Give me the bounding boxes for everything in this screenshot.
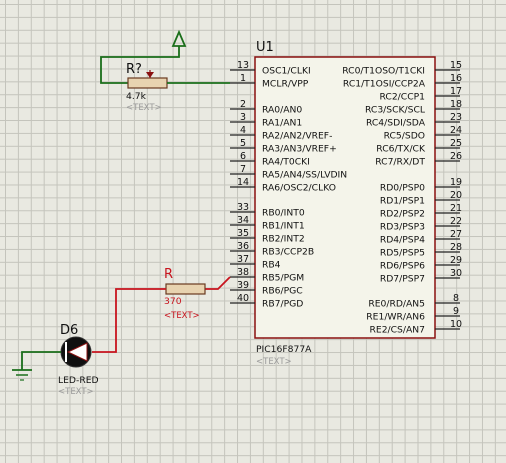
pin-name: RE2/CS/AN7 [370,325,426,336]
pin-name: RD1/PSP1 [380,196,425,207]
pin-number: 29 [450,255,462,266]
pin-name: RC7/RX/DT [375,157,425,168]
led-ref: D6 [60,323,78,338]
pin-number: 37 [237,254,249,265]
potentiometer[interactable] [127,70,230,89]
pin-name: RA4/T0CKI [262,157,310,168]
pin-name: RC5/SDO [384,131,425,142]
resistor-ref: R [164,267,173,282]
pot-value: 4.7k [126,91,147,102]
pin-number: 33 [237,202,249,213]
pin-number: 28 [450,242,462,253]
pin-name: RD6/PSP6 [380,261,425,272]
pin-name: RA3/AN3/VREF+ [262,144,337,155]
pin-name: RB1/INT1 [262,221,305,232]
pin-number: 38 [237,267,249,278]
pin-name: RB3/CCP2B [262,247,314,258]
mcu-part: PIC16F877A [256,344,312,355]
pin-number: 3 [240,112,246,123]
pin-name: RB0/INT0 [262,208,305,219]
pin-name: RC4/SDI/SDA [366,118,426,129]
pin-number: 35 [237,228,249,239]
pin-number: 14 [237,177,249,188]
pin-number: 21 [450,203,462,214]
pin-name: RB5/PGM [262,273,304,284]
pin-number: 22 [450,216,462,227]
pin-number: 5 [240,138,246,149]
pin-number: 4 [240,125,246,136]
pin-number: 9 [453,306,459,317]
pin-number: 25 [450,138,462,149]
pin-number: 40 [237,293,249,304]
pin-number: 10 [450,319,462,330]
pin-name: RB6/PGC [262,286,303,297]
pin-number: 1 [240,73,246,84]
pin-number: 13 [237,60,249,71]
schematic-canvas[interactable]: R? 4.7k <TEXT> U1 PIC16F877A <TEXT> 13 OS… [0,0,506,463]
led-part: LED-RED [58,375,99,386]
pin-name: RE0/RD/AN5 [368,299,425,310]
pin-number: 17 [450,86,462,97]
pin-name: RD0/PSP0 [380,183,425,194]
pin-number: 19 [450,177,462,188]
mcu-text-placeholder: <TEXT> [256,357,292,367]
pin-name: RC0/T1OSO/T1CKI [342,66,425,77]
pin-name: RD4/PSP4 [380,235,425,246]
pin-name: RA1/AN1 [262,118,302,129]
pin-name: RB7/PGD [262,299,303,310]
pin-number: 7 [240,164,246,175]
pin-name: RC6/TX/CK [376,144,426,155]
pin-name: RC3/SCK/SCL [365,105,426,116]
pin-number: 24 [450,125,462,136]
pin-number: 23 [450,112,462,123]
pin-name: OSC1/CLKI [262,66,311,77]
pot-text-placeholder: <TEXT> [126,103,162,113]
pin-number: 26 [450,151,462,162]
pin-name: RD2/PSP2 [380,209,425,220]
pin-name: RA6/OSC2/CLKO [262,183,336,194]
pin-name: RD5/PSP5 [380,248,425,259]
pin-number: 16 [450,73,462,84]
pin-number: 20 [450,190,462,201]
pin-number: 6 [240,151,246,162]
pin-name: RE1/WR/AN6 [366,312,425,323]
power-terminal[interactable] [100,29,187,84]
pin-number: 18 [450,99,462,110]
pin-number: 39 [237,280,249,291]
pin-number: 8 [453,293,459,304]
pot-ref: R? [126,62,142,77]
pin-name: RD3/PSP3 [380,222,425,233]
resistor-text-placeholder: <TEXT> [164,311,200,321]
mcu-ref: U1 [256,40,274,55]
pin-number: 27 [450,229,462,240]
pin-name: RD7/PSP7 [380,274,425,285]
pin-name: RB4 [262,260,281,271]
schematic-svg: R? 4.7k <TEXT> U1 PIC16F877A <TEXT> 13 OS… [12,29,462,397]
pin-name: RA0/AN0 [262,105,302,116]
pin-number: 30 [450,268,462,279]
resistor[interactable] [92,276,231,353]
pin-number: 36 [237,241,249,252]
pin-name: RA5/AN4/SS/LVDIN [262,170,347,181]
pin-name: MCLR/VPP [262,79,309,90]
pin-name: RC2/CCP1 [380,92,426,103]
pin-name: RA2/AN2/VREF- [262,131,332,142]
ground-symbol[interactable] [12,369,32,381]
pin-name: RB2/INT2 [262,234,305,245]
pin-name: RC1/T1OSI/CCP2A [343,79,426,90]
pin-number: 15 [450,60,462,71]
resistor-value: 370 [164,296,182,307]
led[interactable] [21,336,92,370]
pin-number: 34 [237,215,249,226]
led-text-placeholder: <TEXT> [58,387,94,397]
pin-number: 2 [240,99,246,110]
